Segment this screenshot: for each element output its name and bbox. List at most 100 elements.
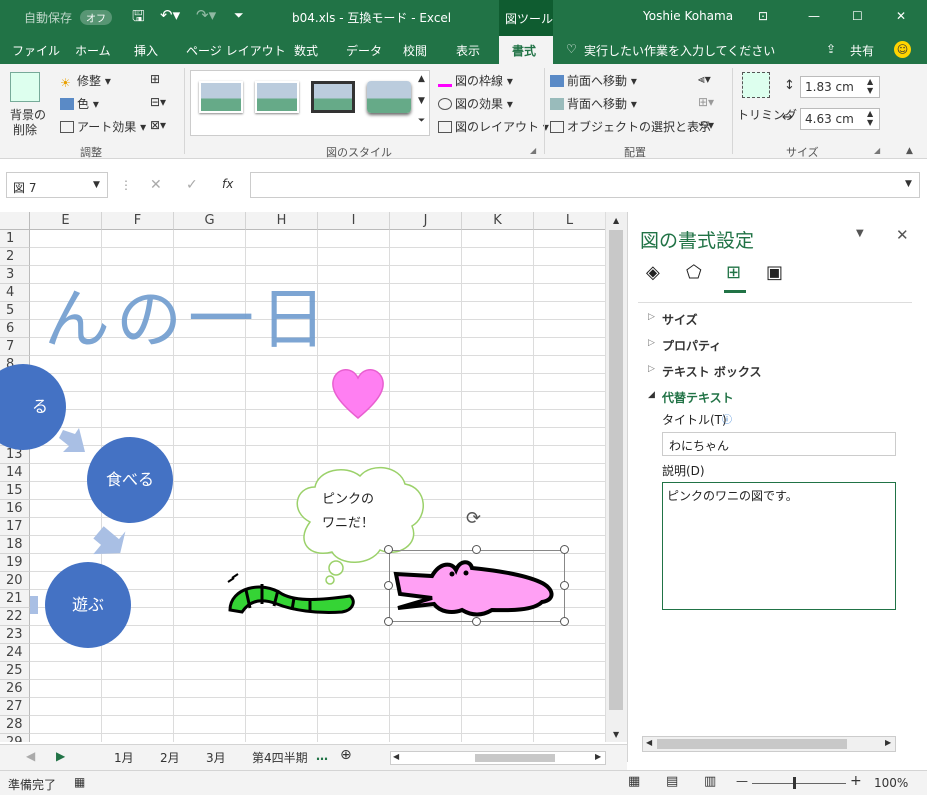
picture-layout-button[interactable]: 図のレイアウト ▾ (438, 118, 549, 135)
page-break-view-icon[interactable]: ▥ (704, 774, 716, 789)
column-header[interactable]: H (246, 212, 318, 230)
zoom-level[interactable]: 100% (874, 776, 908, 790)
resize-handle[interactable] (560, 545, 569, 554)
scroll-up-icon[interactable]: ▲ (613, 216, 619, 225)
name-box-dropdown-icon[interactable]: ▼ (93, 180, 100, 190)
insert-function-icon[interactable]: fx (222, 177, 233, 191)
alt-description-value[interactable]: ピンクのワニの図です。 (667, 487, 798, 504)
wordart-title[interactable]: んの一日 (44, 266, 332, 362)
caterpillar-image[interactable] (222, 570, 357, 620)
alt-description-input[interactable]: ピンクのワニの図です。 (662, 482, 896, 610)
share-icon[interactable]: ⇪ (826, 42, 836, 56)
info-icon[interactable]: ⓘ (722, 411, 732, 426)
ribbon-display-icon[interactable]: ⊡ (758, 9, 768, 23)
share-button[interactable]: 共有 (850, 42, 874, 59)
row-header[interactable]: 15 (0, 482, 30, 500)
group-icon[interactable]: ⊞▾ (698, 95, 714, 109)
resize-handle[interactable] (560, 617, 569, 626)
pane-hscrollbar[interactable]: ◀ ▶ (642, 736, 896, 752)
reset-picture-icon[interactable]: ⊠▾ (150, 118, 166, 132)
width-input[interactable]: 4.63 cm ▲ ▼ (800, 108, 880, 130)
tab-file[interactable]: ファイル (12, 42, 60, 59)
name-box[interactable]: 図 7 ▼ (6, 172, 108, 198)
user-name[interactable]: Yoshie Kohama (643, 9, 733, 23)
sheet-tab-feb[interactable]: 2月 (160, 749, 180, 766)
compress-icon[interactable]: ⊞ (150, 72, 160, 86)
tab-insert[interactable]: 挿入 (134, 42, 158, 59)
zoom-out-icon[interactable]: — (736, 774, 748, 788)
pane-options-icon[interactable]: ▼ (856, 228, 864, 239)
undo-icon[interactable]: ↶▾ (160, 6, 180, 24)
row-header[interactable]: 28 (0, 716, 30, 734)
rotate-icon[interactable]: ⟲▾ (698, 118, 714, 132)
row-header[interactable]: 2 (0, 248, 30, 266)
row-header[interactable]: 3 (0, 266, 30, 284)
change-picture-icon[interactable]: ⊟▾ (150, 95, 166, 109)
width-value[interactable]: 4.63 cm (805, 112, 854, 126)
resize-handle[interactable] (384, 581, 393, 590)
column-header[interactable]: I (318, 212, 390, 230)
add-sheet-icon[interactable]: ⊕ (340, 747, 352, 763)
circle-play[interactable]: 遊ぶ (45, 562, 131, 648)
enter-icon[interactable]: ✓ (186, 177, 198, 193)
align-icon[interactable]: ⫷▾ (698, 72, 711, 87)
row-header[interactable]: 17 (0, 518, 30, 536)
selection-pane-button[interactable]: オブジェクトの選択と表示 (550, 118, 711, 135)
fill-line-icon[interactable]: ◈ (646, 262, 660, 283)
row-header[interactable]: 21 (0, 590, 30, 608)
zoom-slider-thumb[interactable] (793, 777, 796, 789)
height-spinner-icon[interactable]: ▲ ▼ (867, 77, 873, 95)
style-thumb-3[interactable] (311, 81, 355, 113)
horizontal-scrollbar[interactable]: ◀ ▶ (390, 751, 606, 765)
zoom-in-icon[interactable]: + (850, 773, 862, 789)
column-header[interactable]: G (174, 212, 246, 230)
section-alt-text[interactable]: 代替テキスト (662, 389, 734, 406)
width-spinner-icon[interactable]: ▲ ▼ (867, 109, 873, 127)
crop-icon[interactable] (742, 72, 770, 98)
send-backward-button[interactable]: 背面へ移動 ▾ (550, 95, 637, 112)
pane-scroll-left-icon[interactable]: ◀ (646, 738, 652, 747)
customize-qat-icon[interactable]: ⏷ (234, 8, 244, 23)
style-thumb-4[interactable] (367, 81, 411, 113)
select-all-corner[interactable] (0, 212, 30, 230)
row-header[interactable]: 1 (0, 230, 30, 248)
formula-input[interactable]: ▼ (250, 172, 920, 198)
picture-effects-button[interactable]: 図の効果 ▾ (438, 95, 513, 112)
resize-handle[interactable] (560, 581, 569, 590)
alt-title-input[interactable]: わにちゃん (662, 432, 896, 456)
row-header[interactable]: 23 (0, 626, 30, 644)
textbox-expand-icon[interactable]: ▷ (648, 364, 655, 374)
close-button[interactable]: ✕ (896, 9, 906, 23)
style-thumb-1[interactable] (199, 81, 243, 113)
gallery-more-icon[interactable]: ⏷ (418, 116, 425, 126)
hscroll-right-icon[interactable]: ▶ (595, 752, 601, 761)
column-header[interactable]: F (102, 212, 174, 230)
row-header[interactable]: 5 (0, 302, 30, 320)
zoom-slider[interactable] (752, 783, 846, 784)
save-icon[interactable]: 🖫 (132, 6, 145, 31)
remove-bg-label-2[interactable]: 削除 (13, 121, 37, 138)
vertical-scrollbar[interactable]: ▲ ▼ (605, 212, 627, 742)
remove-background-icon[interactable] (10, 72, 40, 102)
corrections-button[interactable]: ☀ 修整 ▾ (60, 72, 111, 90)
more-sheets-icon[interactable]: … (316, 749, 328, 763)
bring-forward-button[interactable]: 前面へ移動 ▾ (550, 72, 637, 89)
height-input[interactable]: 1.83 cm ▲ ▼ (800, 76, 880, 98)
row-header[interactable]: 25 (0, 662, 30, 680)
resize-handle[interactable] (384, 617, 393, 626)
scroll-down-icon[interactable]: ▼ (613, 730, 619, 739)
artistic-effects-button[interactable]: アート効果 ▾ (60, 118, 146, 135)
hscroll-thumb[interactable] (475, 754, 555, 762)
tab-data[interactable]: データ (346, 42, 382, 59)
macro-record-icon[interactable]: ▦ (74, 775, 85, 789)
cancel-icon[interactable]: ✕ (150, 177, 162, 193)
column-header[interactable]: J (390, 212, 462, 230)
autosave-toggle[interactable]: オフ (80, 10, 112, 25)
redo-icon[interactable]: ↷▾ (196, 6, 216, 24)
name-box-value[interactable]: 図 7 (13, 179, 36, 196)
smiley-icon[interactable]: ☺ (894, 41, 911, 58)
picture-border-button[interactable]: 図の枠線 ▾ (438, 72, 513, 89)
prev-sheet-icon[interactable]: ◀ (26, 749, 35, 763)
style-thumb-2[interactable] (255, 81, 299, 113)
normal-view-icon[interactable]: ▦ (628, 774, 640, 789)
